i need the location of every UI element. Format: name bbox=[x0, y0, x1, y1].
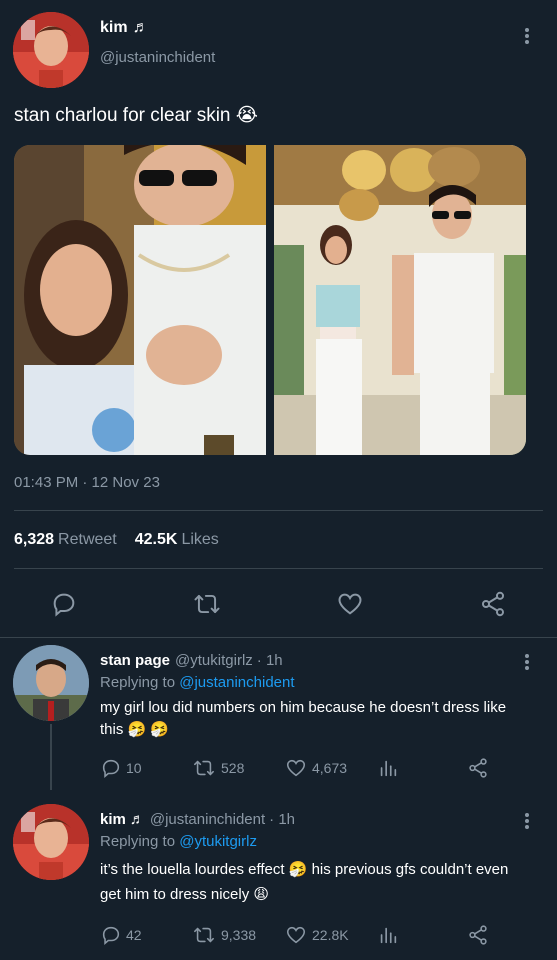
reply-avatar[interactable] bbox=[13, 804, 89, 880]
more-options-icon[interactable] bbox=[517, 811, 537, 831]
retweet-icon bbox=[194, 760, 214, 776]
reply-author-name[interactable]: stan page bbox=[100, 652, 170, 669]
reply-author-handle[interactable]: @justaninchident bbox=[150, 811, 265, 828]
analytics-icon bbox=[380, 760, 397, 777]
replying-to: Replying to @justaninchident bbox=[100, 674, 295, 691]
analytics-button[interactable] bbox=[377, 757, 403, 779]
retweet-count: 9,338 bbox=[221, 927, 257, 943]
photo-1[interactable] bbox=[14, 145, 266, 455]
reply-button[interactable]: 42 bbox=[100, 924, 142, 946]
likes-count[interactable]: 42.5K bbox=[135, 531, 178, 549]
share-icon bbox=[469, 758, 487, 778]
reply-icon[interactable] bbox=[50, 590, 78, 618]
heart-icon bbox=[286, 926, 306, 944]
reply-time[interactable]: · 1h bbox=[269, 811, 295, 828]
share-icon bbox=[469, 925, 487, 945]
retweet-button[interactable]: 528 bbox=[191, 757, 244, 779]
like-count: 22.8K bbox=[312, 927, 349, 943]
reply-text: my girl lou did numbers on him because h… bbox=[100, 697, 545, 741]
replying-to-link[interactable]: @ytukitgirlz bbox=[179, 833, 257, 850]
music-note-icon: ♬ bbox=[132, 19, 149, 36]
retweet-label[interactable]: Retweet bbox=[58, 531, 117, 549]
retweet-count: 528 bbox=[221, 760, 245, 776]
tweet-text: stan charlou for clear skin 😭 bbox=[14, 105, 258, 126]
like-count: 4,673 bbox=[312, 760, 348, 776]
more-options-icon[interactable] bbox=[517, 652, 537, 672]
reply-text-line: get him to dress nicely 😩 bbox=[100, 886, 270, 903]
stats-row: 6,328 Retweet 42.5K Likes bbox=[14, 531, 219, 549]
reply-count: 10 bbox=[126, 760, 142, 776]
tweet-timestamp[interactable]: 01:43 PM · 12 Nov 23 bbox=[14, 474, 160, 491]
reply-header: kim ♬ @justaninchident · 1h bbox=[100, 811, 295, 828]
replying-to-label: Replying to bbox=[100, 674, 176, 691]
more-options-icon[interactable] bbox=[517, 26, 537, 46]
heart-icon[interactable] bbox=[336, 590, 364, 618]
author-name[interactable]: kim bbox=[100, 19, 128, 37]
divider bbox=[14, 568, 543, 569]
reply-author-handle[interactable]: @ytukitgirlz bbox=[175, 652, 253, 669]
reply-count: 42 bbox=[126, 927, 142, 943]
author-handle[interactable]: @justaninchident bbox=[100, 49, 215, 66]
reply-text-line: it’s the louella lourdes effect 🤧 his pr… bbox=[100, 861, 509, 878]
share-button[interactable] bbox=[467, 757, 493, 779]
share-button[interactable] bbox=[467, 924, 493, 946]
analytics-button[interactable] bbox=[377, 924, 403, 946]
reply-text-line: this 🤧 🤧 bbox=[100, 721, 170, 738]
retweet-button[interactable]: 9,338 bbox=[191, 924, 256, 946]
thread-line bbox=[50, 724, 52, 790]
share-icon[interactable] bbox=[479, 590, 507, 618]
likes-label[interactable]: Likes bbox=[181, 531, 218, 549]
reply-button[interactable]: 10 bbox=[100, 757, 142, 779]
analytics-icon bbox=[380, 927, 397, 944]
reply-text: it’s the louella lourdes effect 🤧 his pr… bbox=[100, 859, 550, 906]
author-avatar[interactable] bbox=[13, 12, 89, 88]
reply-icon bbox=[102, 926, 120, 945]
like-button[interactable]: 4,673 bbox=[284, 757, 347, 779]
music-note-icon: ♬ bbox=[129, 811, 145, 828]
reply-icon bbox=[102, 759, 120, 778]
retweet-icon bbox=[194, 927, 214, 943]
replying-to-label: Replying to bbox=[100, 833, 176, 850]
reply-avatar[interactable] bbox=[13, 645, 89, 721]
photo-2[interactable] bbox=[274, 145, 526, 455]
reply-time[interactable]: · 1h bbox=[257, 652, 283, 669]
reply-text-line: my girl lou did numbers on him because h… bbox=[100, 699, 507, 716]
heart-icon bbox=[286, 759, 306, 777]
replying-to-link[interactable]: @justaninchident bbox=[179, 674, 294, 691]
reply-author-name[interactable]: kim bbox=[100, 811, 126, 828]
like-button[interactable]: 22.8K bbox=[284, 924, 349, 946]
divider bbox=[0, 637, 557, 638]
retweet-icon[interactable] bbox=[192, 590, 222, 618]
retweet-count[interactable]: 6,328 bbox=[14, 531, 54, 549]
reply-header: stan page @ytukitgirlz · 1h bbox=[100, 652, 283, 669]
tweet-media[interactable] bbox=[14, 145, 526, 455]
divider bbox=[14, 510, 543, 511]
replying-to: Replying to @ytukitgirlz bbox=[100, 833, 257, 850]
author-name-row[interactable]: kim ♬ bbox=[100, 19, 149, 37]
